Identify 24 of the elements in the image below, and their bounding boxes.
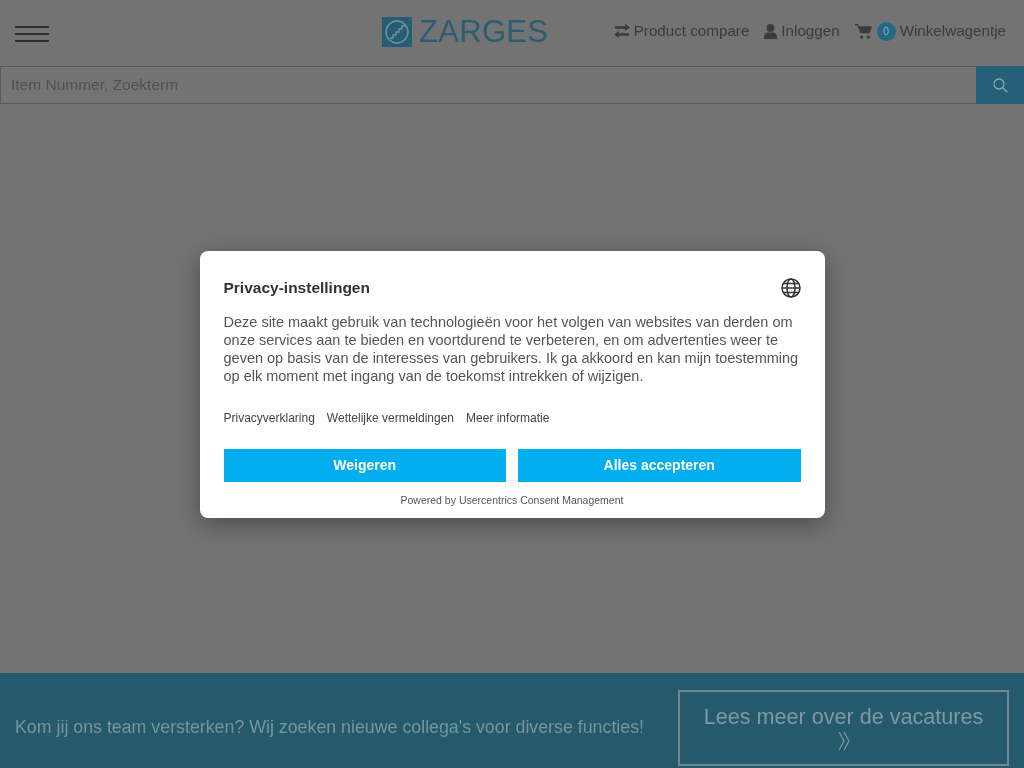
- vacancies-button[interactable]: Lees meer over de vacatures: [678, 690, 1009, 766]
- logo-icon: [382, 17, 412, 47]
- search-button[interactable]: [976, 66, 1024, 104]
- powered-by-text: Powered by Usercentrics Consent Management: [399, 492, 625, 507]
- dialog-text: Deze site maakt gebruik van technologieën voor het volgen van websites van derden om onze services aan te bieden en voortdurend te verbeteren, en om advertenties weer te geven op basis van de interesses van gebruikers. Ik ga akkoord en kan mijn toestemming op elk moment met ingang van de toekomst intrekken of wijzigen.: [223, 312, 800, 385]
- dialog-link[interactable]: Wettelijke vermeldingen: [326, 409, 455, 426]
- cart-icon: [854, 23, 872, 39]
- consent-button[interactable]: Alles accepteren: [518, 448, 801, 482]
- nav-link[interactable]: Inloggen: [764, 21, 840, 41]
- globe-icon[interactable]: [780, 277, 801, 298]
- menu-icon[interactable]: [15, 26, 49, 42]
- logo-link[interactable]: ZARGES: [382, 15, 549, 49]
- nav-link[interactable]: 0 Winkelwagentje: [854, 21, 1006, 41]
- dialog-title: Privacy-instellingen: [223, 277, 370, 298]
- double-chevron-icon: [837, 730, 850, 751]
- consent-button[interactable]: Weigeren: [223, 448, 506, 482]
- banner-text: Kom jij ons team versterken? Wij zoeken nieuwe collega's voor diverse functies!: [15, 715, 644, 739]
- dialog-link[interactable]: Privacyverklaring: [223, 409, 315, 426]
- count-badge: 0: [876, 21, 896, 41]
- nav-link[interactable]: Product compare: [613, 21, 750, 41]
- user-icon: [764, 23, 778, 39]
- search-icon: [992, 77, 1008, 93]
- dialog-link[interactable]: Meer informatie: [466, 409, 550, 426]
- swap-arrows-icon: [613, 24, 630, 38]
